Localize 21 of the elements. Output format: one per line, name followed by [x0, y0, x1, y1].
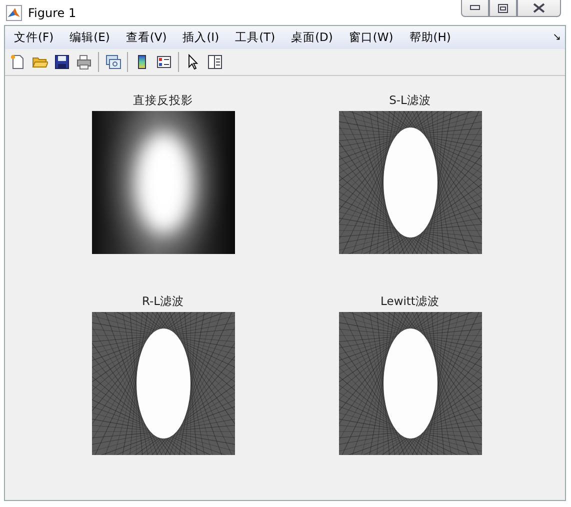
close-icon — [533, 3, 545, 13]
plot-title: 直接反投影 — [133, 93, 193, 107]
menu-item[interactable]: 编辑(E) — [62, 30, 117, 45]
menu-item[interactable]: 桌面(D) — [284, 30, 340, 45]
plot-title: Lewitt滤波 — [380, 294, 440, 308]
minimize-button[interactable] — [461, 0, 489, 17]
menu-item[interactable]: 文件(F) — [7, 30, 61, 45]
menu-item[interactable]: 工具(T) — [228, 30, 282, 45]
menu-item[interactable]: 窗口(W) — [342, 30, 400, 45]
close-button[interactable] — [517, 0, 561, 17]
menu-overflow-icon[interactable]: ↘ — [552, 32, 561, 43]
menu-item[interactable]: 插入(I) — [176, 30, 226, 45]
plot-title: R-L滤波 — [142, 294, 184, 308]
minimize-icon — [470, 5, 480, 11]
maximize-button[interactable] — [489, 0, 517, 17]
app-logo-icon — [6, 4, 22, 20]
plot-title: S-L滤波 — [389, 93, 431, 107]
menu-item[interactable]: 帮助(H) — [402, 30, 458, 45]
window-title: Figure 1 — [28, 6, 76, 20]
menu-item[interactable]: 查看(V) — [118, 30, 174, 45]
maximize-icon — [498, 4, 508, 12]
